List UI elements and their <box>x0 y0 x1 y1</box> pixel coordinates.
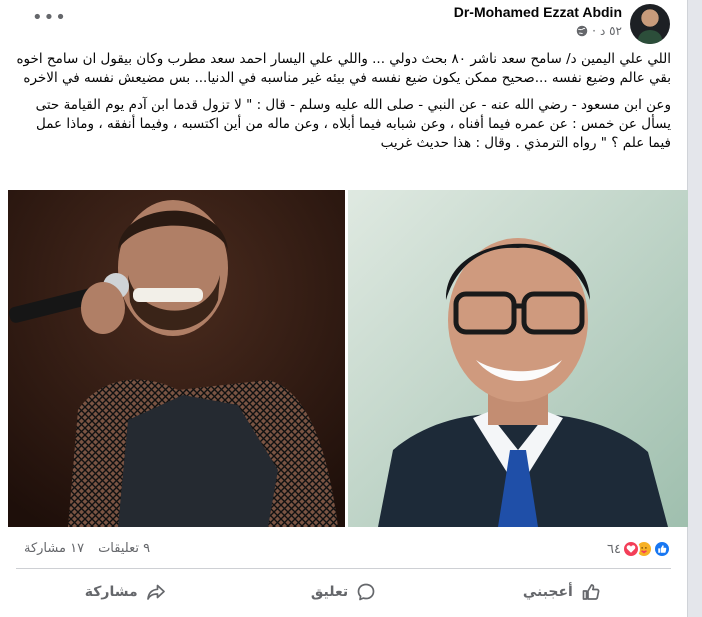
reaction-count: ٦٤ <box>607 541 621 557</box>
post-time[interactable]: ٥٢ د <box>600 24 622 38</box>
shares-count[interactable]: ١٧ مشاركة <box>24 541 84 556</box>
thumbs-up-icon <box>581 582 601 602</box>
post-card: Dr-Mohamed Ezzat Abdin ٥٢ د · ••• اللي ع… <box>0 0 688 617</box>
avatar[interactable] <box>630 4 670 44</box>
share-label: مشاركة <box>84 584 138 600</box>
like-label: أعجبني <box>522 584 573 600</box>
post-paragraph: وعن ابن مسعود - رضي الله عنه - عن النبي … <box>35 97 671 151</box>
post-meta: ٥٢ د · <box>576 24 622 38</box>
comment-label: تعليق <box>310 584 349 600</box>
like-reaction-icon <box>653 540 671 558</box>
singer-photo[interactable] <box>8 190 345 527</box>
globe-icon[interactable] <box>576 25 588 37</box>
author-name[interactable]: Dr-Mohamed Ezzat Abdin <box>454 4 622 20</box>
separator-dot: · <box>592 24 596 38</box>
comment-icon <box>356 582 376 602</box>
more-options-icon[interactable]: ••• <box>32 8 67 28</box>
share-icon <box>146 582 166 602</box>
reactions-summary[interactable]: ٦٤ <box>607 540 671 558</box>
like-button[interactable]: أعجبني <box>453 574 671 610</box>
comment-button[interactable]: تعليق <box>234 574 452 610</box>
actions-divider <box>16 568 671 569</box>
post-actions: أعجبني تعليق مشاركة <box>16 574 671 610</box>
post-header: Dr-Mohamed Ezzat Abdin ٥٢ د · ••• <box>0 0 688 48</box>
post-paragraph: اللي علي اليمين د/ سامح سعد ناشر ٨٠ بحث … <box>16 51 671 86</box>
share-button[interactable]: مشاركة <box>16 574 234 610</box>
researcher-photo[interactable] <box>348 190 688 527</box>
post-stats: ٦٤ ٩ تعليقات ١٧ مشاركة <box>16 534 671 566</box>
engagement-counts: ٩ تعليقات ١٧ مشاركة <box>24 541 150 556</box>
love-reaction-icon <box>622 540 640 558</box>
comments-count[interactable]: ٩ تعليقات <box>98 541 150 556</box>
photo-grid <box>8 190 688 527</box>
post-text: اللي علي اليمين د/ سامح سعد ناشر ٨٠ بحث … <box>16 50 671 161</box>
